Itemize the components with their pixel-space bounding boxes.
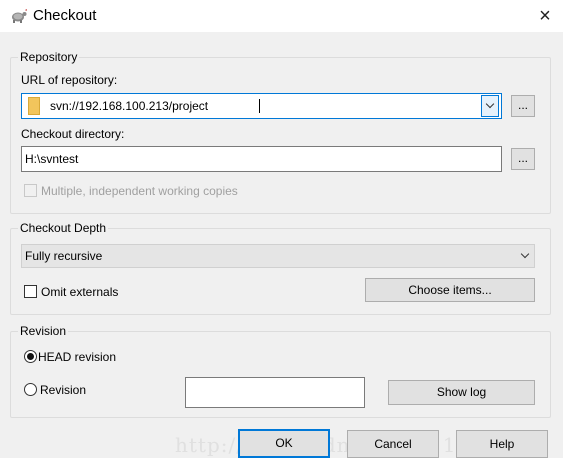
help-button[interactable]: Help	[456, 430, 548, 458]
repository-legend: Repository	[18, 50, 80, 64]
multiple-copies-label: Multiple, independent working copies	[41, 184, 238, 198]
checkout-dir-input[interactable]: H:\svntest	[25, 152, 78, 166]
multiple-copies-checkbox[interactable]	[24, 184, 37, 197]
omit-externals-label: Omit externals	[41, 285, 119, 299]
text-caret	[259, 99, 260, 113]
url-input[interactable]: svn://192.168.100.213/project	[50, 99, 208, 113]
title-bar: Checkout ×	[0, 0, 563, 32]
revision-input[interactable]	[185, 377, 365, 408]
omit-externals-checkbox[interactable]	[24, 285, 37, 298]
url-combobox[interactable]: svn://192.168.100.213/project	[21, 93, 502, 119]
chevron-down-icon	[518, 247, 534, 265]
url-label: URL of repository:	[21, 73, 118, 87]
close-button[interactable]: ×	[531, 3, 559, 29]
tortoisesvn-icon	[10, 8, 28, 24]
dir-browse-button[interactable]: ...	[511, 148, 535, 170]
checkout-dir-label: Checkout directory:	[21, 127, 125, 141]
head-revision-label: HEAD revision	[38, 350, 117, 364]
chevron-down-icon	[485, 99, 495, 109]
revision-legend: Revision	[18, 324, 69, 338]
checkout-depth-legend: Checkout Depth	[18, 221, 109, 235]
revision-radio-label: Revision	[40, 383, 87, 397]
checkout-dir-field[interactable]: H:\svntest	[21, 146, 502, 172]
ok-button[interactable]: OK	[238, 429, 330, 458]
head-revision-radio[interactable]	[24, 350, 37, 363]
choose-items-button[interactable]: Choose items...	[365, 278, 535, 302]
folder-icon	[28, 97, 40, 115]
url-browse-button[interactable]: ...	[511, 95, 535, 117]
depth-dropdown[interactable]: Fully recursive	[21, 244, 535, 268]
url-dropdown-button[interactable]	[481, 95, 499, 117]
cancel-button[interactable]: Cancel	[347, 430, 439, 458]
show-log-button[interactable]: Show log	[388, 380, 535, 405]
revision-radio[interactable]	[24, 383, 37, 396]
depth-selected-value: Fully recursive	[25, 249, 103, 263]
window-title: Checkout	[33, 7, 97, 24]
